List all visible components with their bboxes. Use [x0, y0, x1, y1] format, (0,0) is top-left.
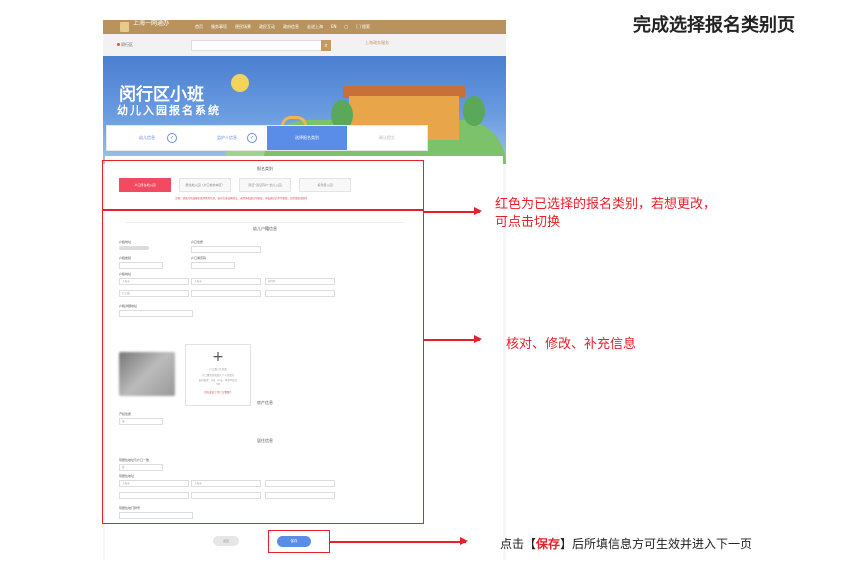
- nav-item[interactable]: 便民场景: [235, 24, 251, 30]
- step-label: 选择报名类别: [295, 135, 319, 140]
- step-label: 确认提交: [379, 135, 395, 140]
- nav-item[interactable]: 政民互动: [259, 24, 275, 30]
- site-logo-text: 上海一网通办: [133, 20, 170, 27]
- category-highlight-box: [102, 160, 424, 210]
- nav-item[interactable]: 走进上海: [307, 24, 323, 30]
- check-icon: ✓: [167, 133, 177, 143]
- step-select-category: 选择报名类别: [267, 126, 347, 150]
- step-confirm: 确认提交: [347, 126, 427, 150]
- page-title: 完成选择报名类别页: [633, 15, 795, 36]
- save-highlight-box: [268, 530, 330, 553]
- annotation-save-suffix: 】后所填信息方可生效并进入下一页: [560, 537, 753, 551]
- location-icon: [117, 43, 120, 46]
- location-label[interactable]: 闵行区: [121, 42, 133, 48]
- service-title: 上海政务服务: [365, 40, 389, 45]
- step-label: 监护人信息: [217, 135, 237, 140]
- sub-header: 闵行区 ⌕ 上海政务服务: [103, 34, 506, 56]
- annotation-category-line1: 红色为已选择的报名类别，若想更改，: [495, 197, 717, 212]
- back-button[interactable]: 返回: [213, 536, 239, 546]
- tree-illustration: [463, 96, 485, 126]
- info-highlight-box: [102, 210, 424, 524]
- nav-item[interactable]: EN: [331, 24, 337, 30]
- site-nav: 首页 服务事项 便民场景 政民互动 政府信息 走进上海 EN □ [ ] 搜索: [195, 24, 370, 30]
- arrow-icon: [330, 538, 468, 544]
- annotation-save-word: 保存: [536, 537, 561, 551]
- annotation-save: 点击【保存】后所填信息方可生效并进入下一页: [500, 535, 752, 552]
- search-button[interactable]: ⌕: [321, 40, 331, 51]
- nav-item[interactable]: 首页: [195, 24, 203, 30]
- site-logo-icon: [120, 22, 129, 32]
- search-icon: ⌕: [324, 42, 328, 49]
- step-guardian-info: 监护人信息 ✓: [187, 126, 267, 150]
- nav-item[interactable]: □: [345, 24, 349, 30]
- banner-subtitle: 幼儿入园报名系统: [117, 104, 221, 117]
- step-label: 幼儿信息: [139, 135, 155, 140]
- site-header: 上海一网通办 首页 服务事项 便民场景 政民互动 政府信息 走进上海 EN □ …: [103, 20, 506, 34]
- nav-item[interactable]: 政府信息: [283, 24, 299, 30]
- check-icon: ✓: [247, 133, 257, 143]
- search-input[interactable]: [191, 40, 323, 51]
- progress-steps: 幼儿信息 ✓ 监护人信息 ✓ 选择报名类别 确认提交: [106, 125, 428, 151]
- arrow-icon: [424, 336, 482, 342]
- nav-item[interactable]: 服务事项: [211, 24, 227, 30]
- annotation-category-line2: 可点击切换: [495, 215, 561, 230]
- arrow-icon: [424, 208, 482, 214]
- nav-item[interactable]: [ ] 搜索: [356, 24, 370, 30]
- step-child-info: 幼儿信息 ✓: [107, 126, 187, 150]
- banner-badge-icon: [231, 74, 249, 92]
- annotation-verify: 核对、修改、补充信息: [506, 337, 637, 352]
- annotation-save-prefix: 点击【: [500, 537, 537, 551]
